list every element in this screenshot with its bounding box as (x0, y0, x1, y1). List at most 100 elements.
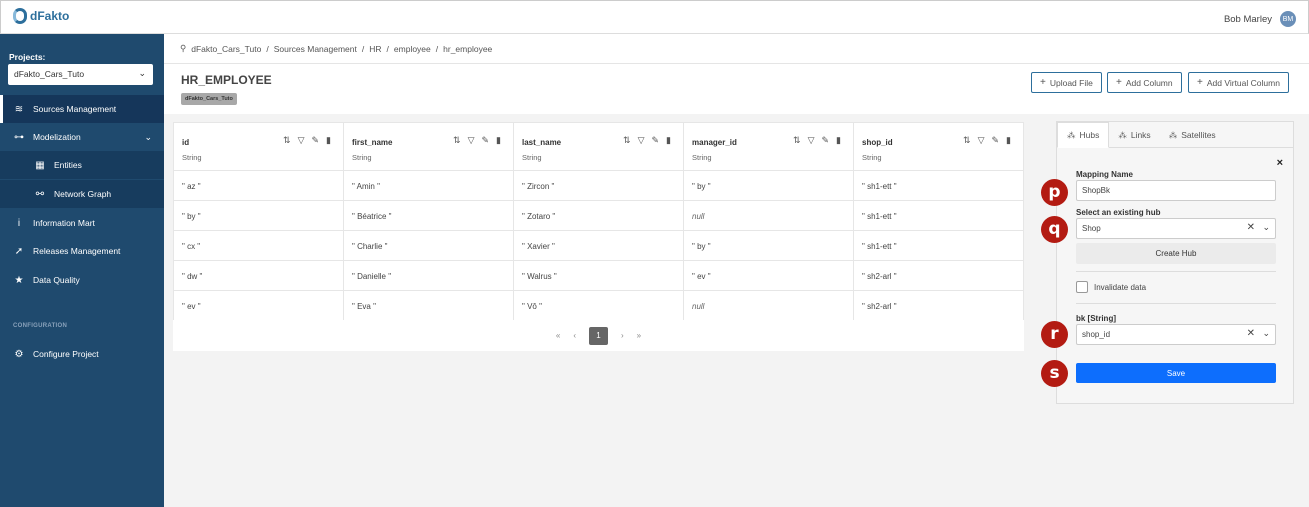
sidebar-item-modelization[interactable]: ⊶ Modelization ⌄ (0, 123, 164, 151)
column-name: last_name (522, 138, 562, 147)
first-page-button[interactable]: « (556, 331, 560, 340)
bk-select[interactable]: shop_id ✕ ⌄ (1076, 324, 1276, 345)
table-cell: " ev " (174, 291, 344, 321)
table-cell: null (684, 201, 854, 231)
table-cell: " az " (174, 171, 344, 201)
prev-page-button[interactable]: ‹ (573, 331, 576, 340)
logo-text: dFakto (30, 9, 70, 23)
sidebar-item-data-quality[interactable]: ★ Data Quality (0, 266, 164, 294)
sort-icon[interactable]: ⇅ (283, 135, 291, 146)
column-header: id String ⇅ ▽ ✎ ▮ (174, 123, 344, 171)
main-content: ⚲ dFakto_Cars_Tuto / Sources Management / … (164, 34, 1309, 507)
tab-links[interactable]: ⁂ Links (1109, 122, 1159, 148)
mapping-panel: ⁂ Hubs ⁂ Links ⁂ Satellites × Mapping Name … (1056, 121, 1294, 404)
column-header: manager_id String ⇅ ▽ ✎ ▮ (684, 123, 854, 171)
sidebar: Projects: dFakto_Cars_Tuto ⌄ ≋ Sources Ma… (0, 34, 164, 507)
hub-icon: ⁂ (1067, 129, 1076, 140)
breadcrumb-item[interactable]: Sources Management (274, 44, 357, 54)
sidebar-item-information-mart[interactable]: i Information Mart (0, 209, 164, 237)
sidebar-item-entities[interactable]: ▦ Entities (0, 151, 164, 179)
sort-icon[interactable]: ⇅ (453, 135, 461, 146)
table-cell: " Zotaro " (514, 201, 684, 231)
table-cell: " ev " (684, 261, 854, 291)
table-cell: " sh1-ett " (854, 171, 1024, 201)
breadcrumb-item[interactable]: dFakto_Cars_Tuto (191, 44, 261, 54)
tab-hubs[interactable]: ⁂ Hubs (1057, 122, 1110, 148)
chevron-down-icon[interactable]: ⌄ (1262, 222, 1270, 233)
trash-icon[interactable]: ▮ (326, 135, 331, 146)
tab-label: Hubs (1079, 130, 1100, 140)
trash-icon[interactable]: ▮ (496, 135, 501, 146)
add-virtual-column-button[interactable]: + Add Virtual Column (1188, 72, 1289, 93)
edit-icon[interactable]: ✎ (822, 135, 830, 146)
breadcrumb-item[interactable]: HR (369, 44, 381, 54)
filter-icon[interactable]: ▽ (298, 135, 305, 146)
breadcrumb-item[interactable]: employee (394, 44, 431, 54)
annotation-badge-r: r (1041, 321, 1068, 348)
sort-icon[interactable]: ⇅ (793, 135, 801, 146)
upload-file-button[interactable]: + Upload File (1031, 72, 1102, 93)
logo-mark-icon (13, 8, 27, 24)
sidebar-item-label: Information Mart (33, 218, 95, 228)
edit-icon[interactable]: ✎ (312, 135, 320, 146)
column-actions: ⇅ ▽ ✎ ▮ (793, 135, 841, 146)
edit-icon[interactable]: ✎ (992, 135, 1000, 146)
user-menu[interactable]: Bob Marley BM (1224, 11, 1296, 27)
filter-icon[interactable]: ▽ (638, 135, 645, 146)
clear-icon[interactable]: ✕ (1247, 328, 1255, 339)
rocket-icon: ➚ (14, 245, 24, 257)
create-hub-button[interactable]: Create Hub (1076, 243, 1276, 264)
table-cell: " by " (174, 201, 344, 231)
sort-icon[interactable]: ⇅ (623, 135, 631, 146)
current-page-button[interactable]: 1 (589, 326, 608, 345)
sidebar-item-configure-project[interactable]: ⚙ Configure Project (0, 340, 164, 368)
table-cell: " Danielle " (344, 261, 514, 291)
breadcrumb: ⚲ dFakto_Cars_Tuto / Sources Management / … (164, 34, 1309, 64)
app-logo[interactable]: dFakto (13, 8, 69, 24)
filter-icon[interactable]: ▽ (808, 135, 815, 146)
column-type: String (352, 153, 372, 162)
sidebar-item-label: Entities (54, 160, 82, 170)
trash-icon[interactable]: ▮ (836, 135, 841, 146)
sidebar-item-releases-management[interactable]: ➚ Releases Management (0, 237, 164, 265)
column-header: first_name String ⇅ ▽ ✎ ▮ (344, 123, 514, 171)
user-name: Bob Marley (1223, 13, 1272, 25)
chevron-down-icon[interactable]: ⌄ (1262, 328, 1270, 339)
clear-icon[interactable]: ✕ (1247, 222, 1255, 233)
tab-satellites[interactable]: ⁂ Satellites (1160, 122, 1225, 148)
mapping-name-input[interactable]: ShopBk (1076, 180, 1276, 201)
sidebar-item-sources-management[interactable]: ≋ Sources Management (0, 95, 164, 123)
table-cell: " Zircon " (514, 171, 684, 201)
sort-icon[interactable]: ⇅ (963, 135, 971, 146)
sidebar-item-network-graph[interactable]: ⚯ Network Graph (0, 180, 164, 208)
tab-label: Satellites (1181, 130, 1216, 140)
breadcrumb-separator: / (266, 43, 269, 54)
map-marker-icon: ⚲ (180, 43, 187, 53)
add-column-button[interactable]: + Add Column (1107, 72, 1182, 93)
filter-icon[interactable]: ▽ (468, 135, 475, 146)
hub-select-label: Select an existing hub (1076, 208, 1161, 217)
close-icon[interactable]: × (1277, 157, 1283, 169)
breadcrumb-separator: / (435, 43, 439, 54)
edit-icon[interactable]: ✎ (652, 135, 660, 146)
mapping-name-value: ShopBk (1082, 186, 1111, 195)
breadcrumb-separator: / (386, 43, 389, 54)
breadcrumb-item: hr_employee (443, 43, 493, 54)
save-button[interactable]: Save (1076, 363, 1276, 383)
page-header: HR_EMPLOYEE dFakto_Cars_Tuto + Upload Fil… (164, 64, 1309, 114)
avatar[interactable]: BM (1280, 11, 1296, 27)
next-page-button[interactable]: › (621, 331, 624, 340)
table-cell: " by " (684, 171, 854, 201)
hub-select[interactable]: Shop ✕ ⌄ (1076, 218, 1276, 239)
trash-icon[interactable]: ▮ (1006, 135, 1011, 146)
trash-icon[interactable]: ▮ (666, 135, 671, 146)
table-cell: null (684, 291, 854, 321)
invalidate-data-checkbox[interactable] (1076, 281, 1088, 293)
last-page-button[interactable]: » (637, 331, 641, 340)
link-icon: ⁂ (1118, 129, 1127, 140)
filter-icon[interactable]: ▽ (978, 135, 985, 146)
sidebar-item-label: Sources Management (33, 104, 117, 114)
edit-icon[interactable]: ✎ (482, 135, 490, 146)
project-select[interactable]: dFakto_Cars_Tuto ⌄ (8, 64, 153, 85)
star-icon: ★ (14, 274, 24, 286)
